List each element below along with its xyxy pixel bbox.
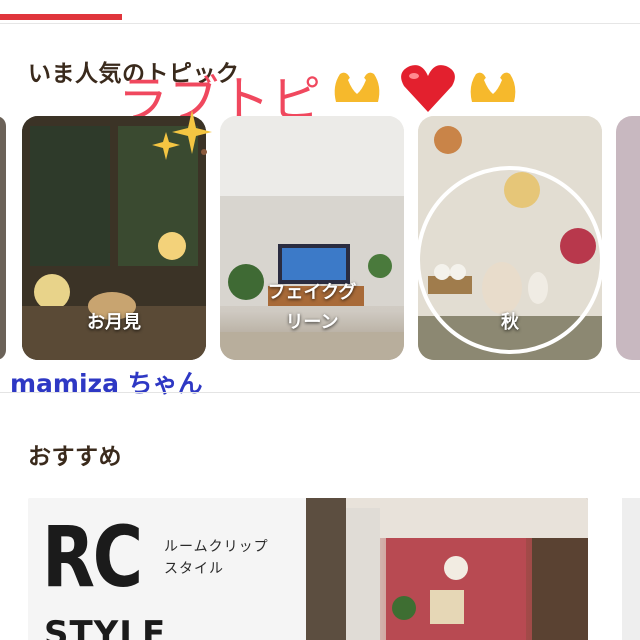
section-title-recommended: おすすめ — [28, 444, 122, 470]
highlight-circle-annotation — [416, 166, 604, 354]
red-heart-icon — [401, 65, 455, 112]
promo-logo-style: STYLE — [44, 614, 167, 640]
topic-card-fake-green[interactable]: フェイクグ リーン — [220, 116, 404, 360]
topic-card-partial[interactable] — [616, 116, 640, 360]
promo-image — [306, 498, 588, 640]
promo-card-rc-style[interactable]: RC STYLE ルームクリップ スタイル — [28, 498, 588, 640]
sparkles-icon — [152, 110, 212, 160]
promo-subtitle: ルームクリップ スタイル — [164, 536, 269, 580]
promo-text-panel: RC STYLE ルームクリップ スタイル — [28, 498, 306, 640]
topic-label: フェイクグ リーン — [267, 282, 357, 333]
section-divider — [0, 392, 640, 393]
promo-card-partial[interactable] — [622, 498, 640, 640]
signature-text: mamiza ちゃん — [10, 369, 203, 398]
promo-subtitle-line: スタイル — [164, 561, 224, 577]
promo-photo — [306, 498, 588, 640]
tab-indicator — [0, 14, 122, 20]
heart-hands-icon — [334, 72, 380, 102]
heart-hands-icon — [470, 72, 516, 102]
topic-card-partial[interactable] — [0, 116, 6, 360]
promo-logo-rc: RC — [42, 508, 143, 606]
promo-subtitle-line: ルームクリップ — [164, 539, 269, 555]
top-bar — [0, 0, 640, 24]
topic-label: お月見 — [87, 312, 141, 333]
